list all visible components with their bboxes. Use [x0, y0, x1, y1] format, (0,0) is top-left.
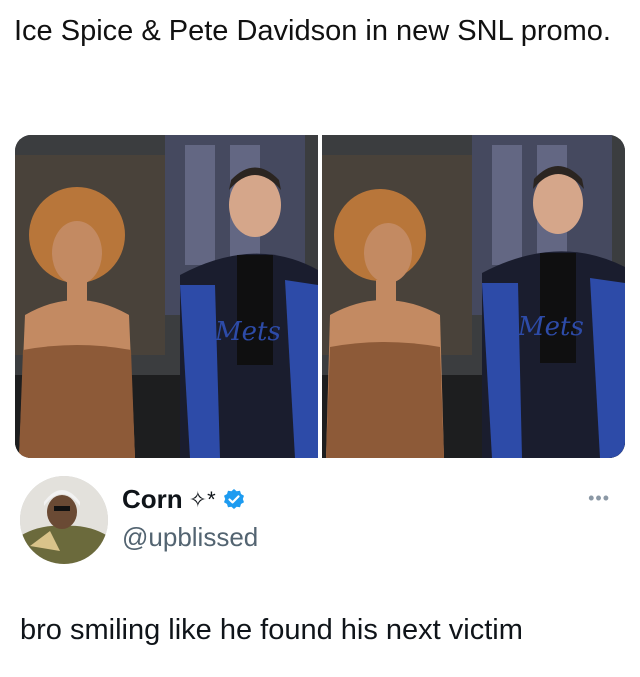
photo-right[interactable]: Mets [322, 135, 625, 458]
jacket-text-right: Mets [517, 312, 584, 342]
name-decoration: ✧* [188, 486, 216, 512]
verified-badge-icon [223, 488, 244, 509]
avatar-image [20, 476, 108, 564]
more-options-icon[interactable]: ••• [588, 488, 610, 509]
post-headline: Ice Spice & Pete Davidson in new SNL pro… [14, 15, 611, 47]
author-name[interactable]: Corn [122, 484, 183, 515]
tweet-text: bro smiling like he found his next victi… [20, 614, 523, 646]
author-name-row[interactable]: Corn ✧* [122, 484, 246, 515]
avatar[interactable] [20, 476, 108, 564]
photo-right-image: Mets [322, 135, 625, 458]
jacket-text-left: Mets [214, 317, 281, 347]
tweet-author-card: Corn ✧* @upblissed ••• [20, 476, 620, 566]
author-handle[interactable]: @upblissed [122, 522, 258, 553]
photo-left[interactable]: Mets [15, 135, 318, 458]
media-grid[interactable]: Mets Mets [15, 135, 625, 458]
photo-left-image: Mets [15, 135, 318, 458]
